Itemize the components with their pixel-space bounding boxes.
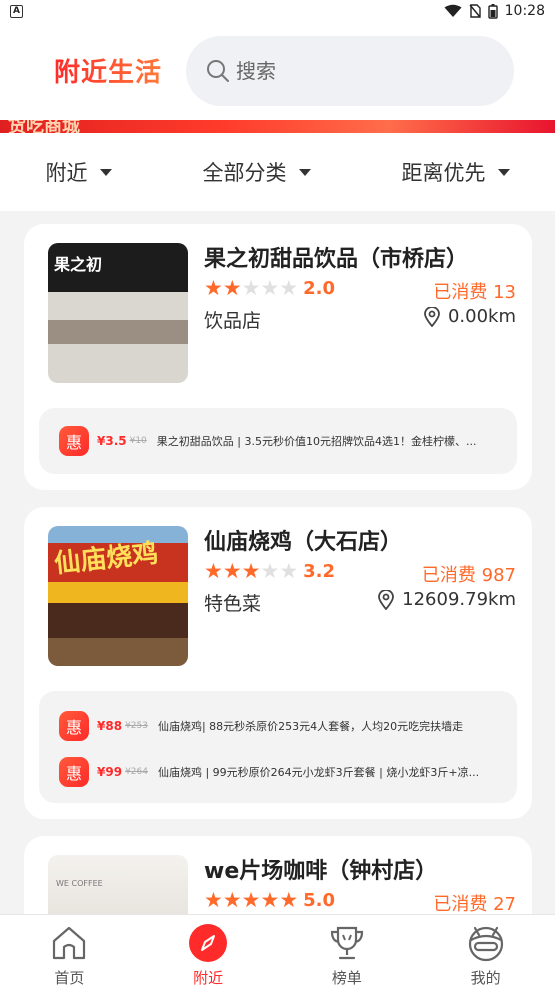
header: 附近生活 — [0, 22, 555, 120]
rating-stars: ★ ★ ★ ★ ★ 5.0 — [204, 889, 335, 911]
filter-label: 距离优先 — [401, 161, 486, 185]
deal-item[interactable]: 惠 ¥88 ¥253 仙庙烧鸡| 88元秒杀原价253元4人套餐，人均20元吃完… — [59, 711, 499, 741]
shop-image[interactable]: WE COFFEE — [48, 855, 188, 914]
star-icon: ★ — [222, 888, 242, 912]
shop-card[interactable]: 果之初 果之初甜品饮品（市桥店） ★ ★ ★ ★ ★ 2.0 已消费 13 饮品… — [24, 224, 532, 490]
tab-label: 首页 — [54, 969, 85, 987]
distance-value: 12609.79km — [402, 589, 516, 610]
sold-count: 已消费 987 — [421, 565, 516, 586]
deal-description: 果之初甜品饮品 | 3.5元秒价值10元招牌饮品4选1！金桂柠檬、... — [156, 435, 477, 448]
rating-value: 3.2 — [303, 560, 336, 582]
home-icon — [53, 926, 86, 960]
deal-price: ¥99 — [97, 765, 123, 779]
deal-item[interactable]: 惠 ¥3.5 ¥10 果之初甜品饮品 | 3.5元秒价值10元招牌饮品4选1！金… — [59, 426, 499, 456]
discount-icon: 惠 — [59, 711, 89, 741]
discount-icon: 惠 — [59, 757, 89, 787]
shop-distance: 0.00km — [424, 306, 516, 327]
shop-category: 饮品店 — [204, 310, 262, 332]
location-pin-icon — [378, 589, 395, 610]
caret-down-icon — [298, 168, 311, 176]
star-icon: ★ — [204, 888, 223, 912]
star-icon: ★ — [260, 276, 280, 300]
star-icon: ★ — [279, 888, 299, 912]
sold-count: 已消费 27 — [433, 894, 516, 914]
banner-text: 货吃商城 — [8, 120, 80, 133]
tab-label: 我的 — [470, 969, 501, 987]
shop-name: we片场咖啡（钟村店） — [204, 859, 438, 884]
distance-value: 0.00km — [447, 306, 516, 327]
deal-description: 仙庙烧鸡| 88元秒杀原价253元4人套餐，人均20元吃完扶墙走 — [157, 720, 464, 733]
location-pin-icon — [424, 306, 440, 327]
rating-stars: ★ ★ ★ ★ ★ 2.0 — [204, 277, 335, 299]
wifi-icon — [444, 4, 462, 17]
status-bar: A 10:28 — [0, 0, 555, 22]
shop-distance: 12609.79km — [378, 589, 516, 610]
shop-name: 仙庙烧鸡（大石店） — [204, 530, 403, 555]
star-icon: ★ — [204, 276, 223, 300]
filter-label: 全部分类 — [202, 161, 287, 185]
tab-home[interactable]: 首页 — [0, 915, 139, 990]
caret-down-icon — [99, 168, 112, 176]
shop-image[interactable]: 果之初 — [48, 243, 188, 383]
tab-profile[interactable]: 我的 — [416, 915, 555, 990]
search-bar[interactable] — [186, 36, 514, 106]
deals-panel: 惠 ¥88 ¥253 仙庙烧鸡| 88元秒杀原价253元4人套餐，人均20元吃完… — [39, 691, 517, 803]
filter-label: 附近 — [45, 161, 88, 185]
star-icon: ★ — [260, 559, 280, 583]
shop-image-sign: 果之初 — [54, 255, 103, 274]
shop-image-sign: WE COFFEE — [56, 879, 103, 888]
notification-icon: A — [10, 4, 23, 18]
profile-icon — [468, 926, 503, 962]
star-icon: ★ — [241, 559, 261, 583]
shop-image[interactable]: 仙庙烧鸡 — [48, 526, 188, 666]
deal-description: 仙庙烧鸡 | 99元秒原价264元小龙虾3斤套餐 | 烧小龙虾3斤+凉... — [157, 766, 480, 779]
star-icon: ★ — [279, 276, 299, 300]
tab-ranking[interactable]: 榜单 — [278, 915, 417, 990]
deal-price: ¥88 — [97, 719, 123, 733]
tab-label: 附近 — [193, 969, 224, 987]
deals-panel: 惠 ¥3.5 ¥10 果之初甜品饮品 | 3.5元秒价值10元招牌饮品4选1！金… — [39, 408, 517, 474]
no-sim-icon — [469, 4, 481, 18]
battery-icon — [487, 3, 498, 19]
promo-banner[interactable]: 货吃商城 — [0, 120, 555, 133]
rating-value: 5.0 — [303, 889, 336, 911]
tab-nearby[interactable]: 附近 — [139, 915, 278, 990]
star-icon: ★ — [222, 276, 242, 300]
star-icon: ★ — [222, 559, 242, 583]
deal-price: ¥3.5 — [97, 434, 127, 448]
shop-name: 果之初甜品饮品（市桥店） — [204, 247, 469, 272]
deal-original-price: ¥10 — [129, 436, 147, 446]
app-logo: 附近生活 — [54, 52, 162, 89]
filter-category[interactable]: 全部分类 — [203, 157, 311, 187]
sold-count: 已消费 13 — [433, 282, 516, 303]
star-icon: ★ — [279, 559, 299, 583]
compass-icon — [189, 924, 228, 962]
shop-card[interactable]: WE COFFEE we片场咖啡（钟村店） ★ ★ ★ ★ ★ 5.0 已消费 … — [24, 836, 532, 914]
search-icon — [207, 60, 229, 82]
filter-nearby[interactable]: 附近 — [46, 157, 112, 187]
caret-down-icon — [497, 168, 510, 176]
star-icon: ★ — [204, 559, 223, 583]
star-icon: ★ — [241, 888, 261, 912]
tab-label: 榜单 — [331, 969, 362, 987]
filter-bar: 附近 全部分类 距离优先 — [0, 133, 555, 211]
discount-icon: 惠 — [59, 426, 89, 456]
star-icon: ★ — [260, 888, 280, 912]
deal-item[interactable]: 惠 ¥99 ¥264 仙庙烧鸡 | 99元秒原价264元小龙虾3斤套餐 | 烧小… — [59, 757, 499, 787]
bottom-tab-bar: 首页 附近 榜单 我的 — [0, 914, 555, 990]
deal-original-price: ¥264 — [125, 767, 148, 777]
rating-stars: ★ ★ ★ ★ ★ 3.2 — [204, 560, 335, 582]
shop-image-sign: 仙庙烧鸡 — [52, 538, 160, 580]
clock: 10:28 — [504, 3, 545, 19]
deal-original-price: ¥253 — [125, 721, 148, 731]
rating-value: 2.0 — [303, 277, 336, 299]
shop-card[interactable]: 仙庙烧鸡 仙庙烧鸡（大石店） ★ ★ ★ ★ ★ 3.2 已消费 987 特色菜… — [24, 507, 532, 819]
trophy-icon — [330, 926, 363, 960]
filter-sort[interactable]: 距离优先 — [402, 157, 510, 187]
star-icon: ★ — [241, 276, 261, 300]
search-input[interactable] — [236, 59, 476, 83]
shop-category: 特色菜 — [204, 593, 262, 615]
